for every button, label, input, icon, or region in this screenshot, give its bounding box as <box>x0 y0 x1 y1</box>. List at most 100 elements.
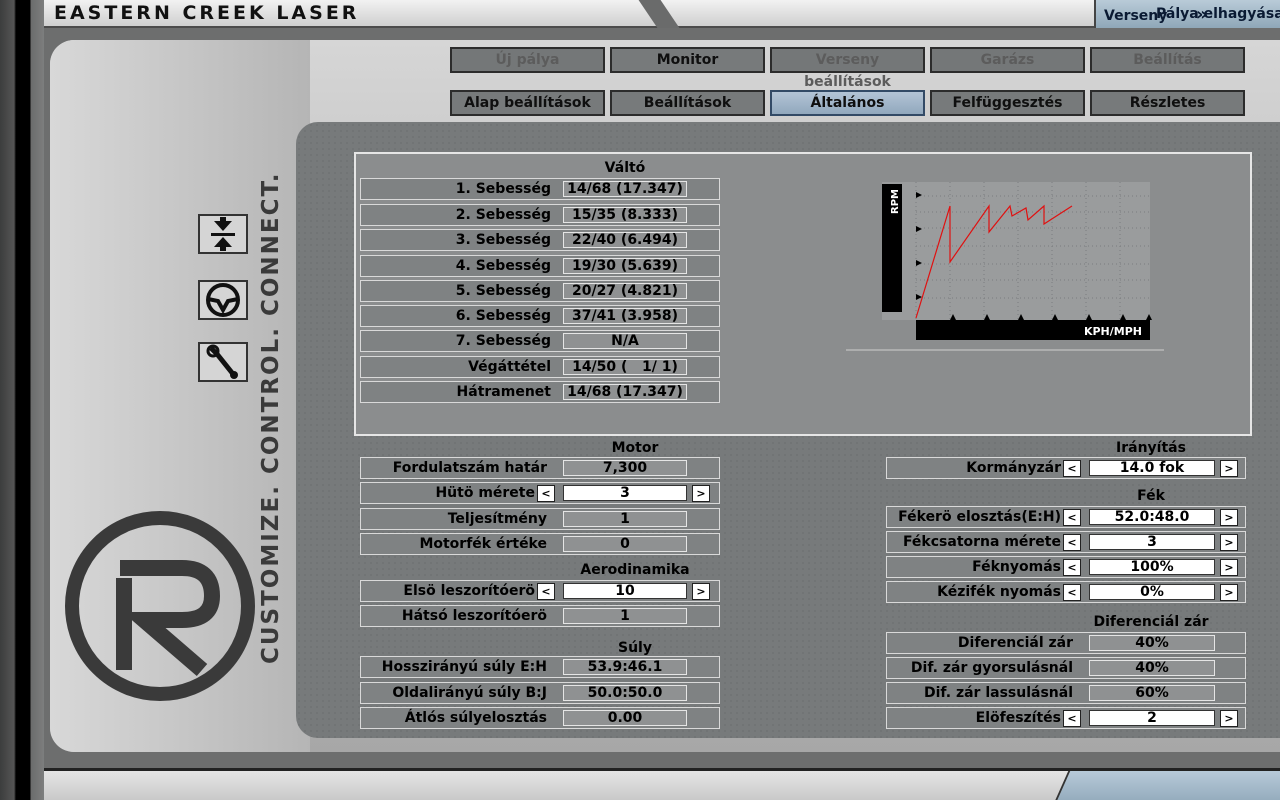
row-label: Kormányzár <box>966 460 1061 476</box>
row-value[interactable]: 2 <box>1089 710 1215 726</box>
row-value: 19/30 (5.639) <box>563 258 687 274</box>
row-value: N/A <box>563 333 687 349</box>
gear-row: 3. Sebesség 22/40 (6.494) <box>360 229 720 251</box>
steering-row[interactable]: Kormányzár <14.0 fok > <box>886 457 1246 479</box>
gear-row: 6. Sebesség 37/41 (3.958) <box>360 305 720 327</box>
gear-row: Végáttétel 14/50 ( 1/ 1) <box>360 356 720 378</box>
row-value[interactable]: 100% <box>1089 559 1215 575</box>
bottom-bar <box>44 768 1280 800</box>
decrease-button[interactable]: < <box>537 485 555 502</box>
weight-row: Hosszirányú súly E:H 53.9:46.1 <box>360 656 720 678</box>
subnav-tab-1[interactable]: Alap beállítások <box>450 90 605 116</box>
row-label: Oldalirányú súly B:J <box>392 685 547 701</box>
subnav-tab-5[interactable]: Részletes <box>1090 90 1245 116</box>
nav-tab-4[interactable]: Garázs <box>930 47 1085 73</box>
engine-row: Fordulatszám határ 7,300 <box>360 457 720 479</box>
row-value: 40% <box>1089 635 1215 651</box>
row-value[interactable]: 0% <box>1089 584 1215 600</box>
row-label: Átlós súlyelosztás <box>404 710 547 726</box>
subnav-tab-4[interactable]: Felfüggesztés <box>930 90 1085 116</box>
wrench-icon[interactable] <box>198 342 248 382</box>
gear-row: Hátramenet 14/68 (17.347) <box>360 381 720 403</box>
double-chevron-right-icon[interactable]: » <box>1196 4 1208 25</box>
row-value[interactable]: 14.0 fok <box>1089 460 1215 476</box>
diff-title: Diferenciál zár <box>1093 614 1209 630</box>
nav-tab-2[interactable]: Monitor <box>610 47 765 73</box>
row-value[interactable]: 52.0:48.0 <box>1089 509 1215 525</box>
subnav-tab-3[interactable]: Általános <box>770 90 925 116</box>
arrows-up-down-icon[interactable] <box>198 214 248 254</box>
nav-tab-1[interactable]: Új pálya <box>450 47 605 73</box>
brakes-row[interactable]: Fékerö elosztás(E:H) <52.0:48.0 > <box>886 506 1246 528</box>
gear-row: 7. Sebesség N/A <box>360 330 720 352</box>
row-label: Teljesítmény <box>447 511 547 527</box>
row-value: 0 <box>563 536 687 552</box>
chart-y-label: RPM <box>890 189 901 214</box>
row-label: 4. Sebesség <box>455 258 551 274</box>
row-label: Elsö leszorítóerö <box>403 583 535 599</box>
decrease-button[interactable]: < <box>1063 559 1081 576</box>
row-value: 1 <box>563 511 687 527</box>
row-value[interactable]: 3 <box>563 485 687 501</box>
increase-button[interactable]: > <box>1220 509 1238 526</box>
decrease-button[interactable]: < <box>1063 509 1081 526</box>
subnav-tab-2[interactable]: Beállítások <box>610 90 765 116</box>
row-value: 37/41 (3.958) <box>563 308 687 324</box>
row-value: 40% <box>1089 660 1215 676</box>
decrease-button[interactable]: < <box>1063 534 1081 551</box>
row-value: 14/68 (17.347) <box>563 181 687 197</box>
row-value[interactable]: 10 <box>563 583 687 599</box>
increase-button[interactable]: > <box>1220 534 1238 551</box>
nav-tab-5[interactable]: Beállítás <box>1090 47 1245 73</box>
engine-title: Motor <box>611 440 659 456</box>
aero-row[interactable]: Elsö leszorítóerö <10 > <box>360 580 720 602</box>
row-value: 7,300 <box>563 460 687 476</box>
aero-title: Aerodinamika <box>580 562 690 578</box>
nav-tab-3[interactable]: Verseny beállítások <box>770 47 925 90</box>
increase-button[interactable]: > <box>1220 710 1238 727</box>
leave-track-label: Pálya elhagyása <box>1156 6 1280 22</box>
decrease-button[interactable]: < <box>1063 584 1081 601</box>
aero-row: Hátsó leszorítóerö 1 <box>360 605 720 627</box>
row-label: 5. Sebesség <box>455 283 551 299</box>
row-value: 22/40 (6.494) <box>563 232 687 248</box>
engine-row[interactable]: Hütö mérete <3 > <box>360 482 720 504</box>
title-notch <box>638 0 680 28</box>
gear-rpm-chart: RPM KPH/MPH <box>846 176 1164 352</box>
diff-row: Dif. zár gyorsulásnál 40% <box>886 657 1246 679</box>
brakes-row[interactable]: Féknyomás <100% > <box>886 556 1246 578</box>
brakes-title: Fék <box>1137 488 1165 504</box>
row-value: 14/50 ( 1/ 1) <box>563 359 687 375</box>
decrease-button[interactable]: < <box>1063 710 1081 727</box>
row-value: 15/35 (8.333) <box>563 207 687 223</box>
increase-button[interactable]: > <box>1220 559 1238 576</box>
row-label: Diferenciál zár <box>957 635 1073 651</box>
row-label: Fordulatszám határ <box>392 460 547 476</box>
race-button[interactable]: Verseny <box>1104 8 1167 24</box>
gear-row: 2. Sebesség 15/35 (8.333) <box>360 204 720 226</box>
brakes-row[interactable]: Kézifék nyomás <0% > <box>886 581 1246 603</box>
row-label: Féknyomás <box>972 559 1061 575</box>
row-label: Hátramenet <box>456 384 551 400</box>
brand-logo <box>65 511 255 701</box>
brakes-row[interactable]: Fékcsatorna mérete <3 > <box>886 531 1246 553</box>
weight-title: Súly <box>618 640 652 656</box>
diff-row[interactable]: Elöfeszítés <2 > <box>886 707 1246 729</box>
decrease-button[interactable]: < <box>537 583 555 600</box>
row-value: 14/68 (17.347) <box>563 384 687 400</box>
increase-button[interactable]: > <box>692 583 710 600</box>
row-value: 1 <box>563 608 687 624</box>
decrease-button[interactable]: < <box>1063 460 1081 477</box>
increase-button[interactable]: > <box>692 485 710 502</box>
row-value: 20/27 (4.821) <box>563 283 687 299</box>
increase-button[interactable]: > <box>1220 584 1238 601</box>
increase-button[interactable]: > <box>1220 460 1238 477</box>
app-title: EASTERN CREEK LASER <box>54 2 360 24</box>
row-value[interactable]: 3 <box>1089 534 1215 550</box>
row-label: 7. Sebesség <box>455 333 551 349</box>
left-edge <box>0 0 44 800</box>
steering-wheel-icon[interactable] <box>198 280 248 320</box>
row-value: 60% <box>1089 685 1215 701</box>
race-button-bg <box>1054 771 1280 800</box>
row-label: 3. Sebesség <box>455 232 551 248</box>
